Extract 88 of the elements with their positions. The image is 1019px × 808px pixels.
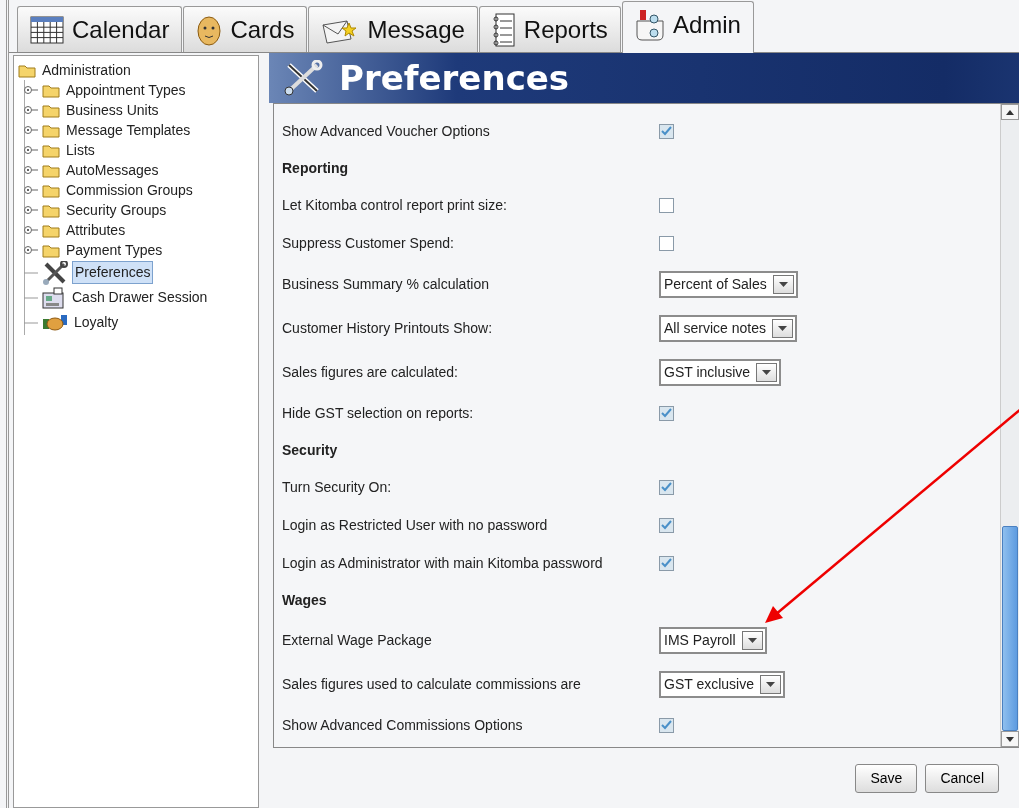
checkbox[interactable] [659,123,674,139]
expand-icon [24,165,38,175]
folder-icon [42,102,60,118]
checkbox[interactable] [659,197,674,213]
expand-icon [24,205,38,215]
section-heading: Security [282,440,338,460]
face-icon [196,13,223,46]
folder-icon [42,82,60,98]
caret-icon [778,281,788,287]
setting-label: Login as Restricted User with no password [282,515,549,535]
scroll-up-button[interactable] [1001,104,1019,120]
caret-icon [762,369,772,375]
tree-item[interactable]: Administration [40,59,133,81]
dropdown[interactable]: GST inclusive [659,358,782,386]
tab[interactable]: Calendar [17,6,183,52]
tab[interactable]: Reports [478,6,621,52]
tree-item[interactable]: Preferences [72,261,154,284]
tree-item[interactable]: Security Groups [64,199,169,221]
setting-label: Sales figures are calculated: [282,362,459,382]
scrollbar[interactable] [1000,104,1019,747]
folder-icon [18,62,36,78]
tree-item[interactable]: Business Units [64,99,161,121]
setting-label: Suppress Customer Spend: [282,233,455,253]
down-arrow-icon [1006,736,1014,742]
expand-icon [24,145,38,155]
folder-icon [42,242,60,258]
expand-icon [24,125,38,135]
setting-label: Login as Administrator with main Kitomba password [282,553,604,573]
expand-icon [24,85,38,95]
scroll-down-button[interactable] [1001,731,1019,747]
cancel-button[interactable]: Cancel [925,763,999,793]
caret-icon [766,681,775,687]
tree-item[interactable]: Commission Groups [64,179,195,201]
tab[interactable]: Cards [183,6,308,52]
caret-icon [777,325,787,331]
setting-label: Show Advanced Commissions Options [282,715,524,735]
scroll-thumb[interactable] [1002,526,1018,731]
setting-label: External Wage Package [282,630,433,650]
tree-item[interactable]: Cash Drawer Session [70,287,210,308]
checkbox[interactable] [659,235,674,251]
section-heading: Reporting [282,158,349,178]
dropdown[interactable]: IMS Payroll [659,626,767,654]
tab[interactable]: Admin [621,1,754,53]
cash-register-icon [42,286,66,309]
panel-title: Preferences [339,56,570,100]
folder-icon [42,142,60,158]
dropdown[interactable]: Percent of Sales [659,270,798,298]
up-arrow-icon [1006,109,1014,115]
setting-label: Show Advanced Voucher Options [282,121,491,141]
tree-item[interactable]: Appointment Types [64,79,188,101]
tree-item[interactable]: Payment Types [64,239,165,261]
save-button[interactable]: Save [855,763,918,793]
calendar-icon [30,14,64,45]
tree-item[interactable]: Lists [64,139,97,161]
dropdown[interactable]: GST exclusive [659,670,785,698]
section-heading: Wages [282,590,327,610]
setting-label: Hide GST selection on reports: [282,403,475,423]
setting-label: Let Kitomba control report print size: [282,195,508,215]
tree-item[interactable]: Message Templates [64,119,193,141]
caret-icon [747,637,757,643]
checkbox[interactable] [659,555,674,571]
tree-item[interactable]: AutoMessages [64,159,161,181]
checkbox[interactable] [659,517,674,533]
dropdown[interactable]: All service notes [659,314,797,342]
handshake-icon [42,312,68,333]
setting-label: Customer History Printouts Show: [282,318,494,338]
tree-item[interactable]: Attributes [64,219,128,241]
folder-icon [42,202,60,218]
checkbox[interactable] [659,717,674,733]
folder-icon [42,222,60,238]
folder-icon [42,122,60,138]
tools-icon [283,60,323,96]
checkbox[interactable] [659,405,674,421]
expand-icon [24,105,38,115]
setting-label: Sales figures used to calculate commissions are [282,674,582,694]
tree-item[interactable]: Loyalty [72,312,121,333]
expand-icon [24,185,38,195]
folder-icon [42,182,60,198]
checkbox[interactable] [659,479,674,495]
setting-label: Business Summary % calculation [282,274,490,294]
setting-label: Turn Security On: [282,477,393,497]
pocket-icon [634,8,665,41]
folder-icon [42,162,60,178]
tools-icon [42,260,68,285]
expand-icon [24,225,38,235]
expand-icon [24,245,38,255]
notebook-icon [491,12,516,47]
tab[interactable]: Message [308,6,478,52]
